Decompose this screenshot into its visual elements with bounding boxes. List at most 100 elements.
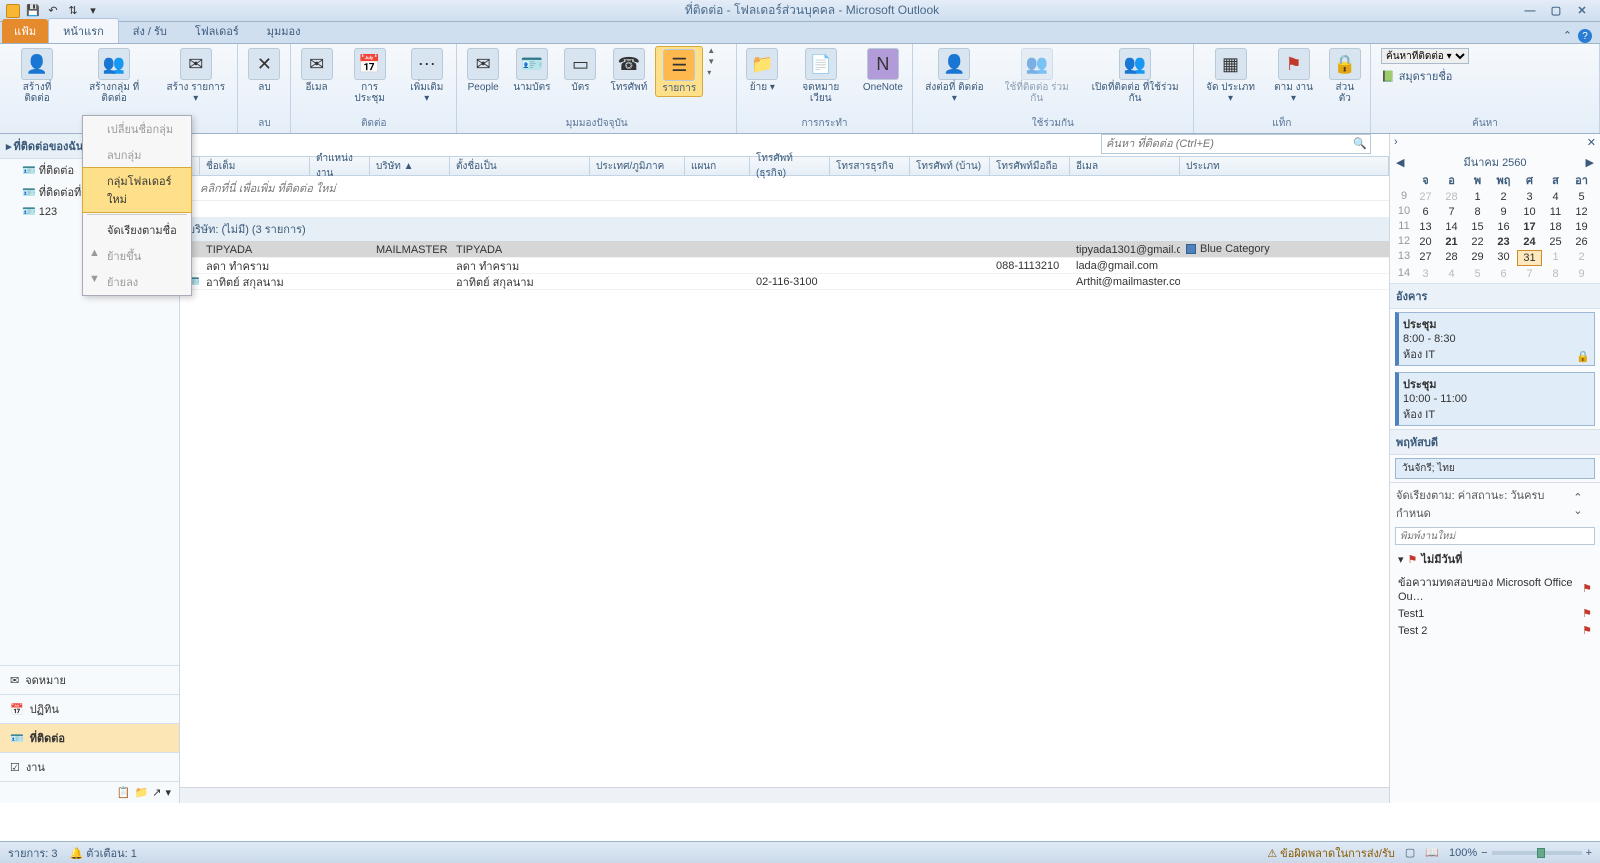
view-businesscard-button[interactable]: 🪪นามบัตร <box>507 46 556 95</box>
search-icon[interactable]: 🔍 <box>1353 137 1367 150</box>
col-fullname[interactable]: ชื่อเต็ม <box>200 157 310 175</box>
calendar-day[interactable]: 29 <box>1465 250 1490 266</box>
calendar-day[interactable]: 27 <box>1413 250 1438 266</box>
zoom-out-icon[interactable]: − <box>1481 847 1487 859</box>
calendar-day[interactable]: 4 <box>1543 190 1568 204</box>
tasks-sort-header[interactable]: จัดเรียงตาม: ค่าสถานะ: วันครบกำหนด ⌃ ⌄ <box>1390 482 1600 525</box>
more-button[interactable]: ⋯เพิ่มเติม ▾ <box>401 46 452 106</box>
nav-configure-icon[interactable]: ▾ <box>165 786 171 799</box>
address-book-button[interactable]: 📗สมุดรายชื่อ <box>1381 67 1589 85</box>
module-calendar[interactable]: 📅ปฏิทิน <box>0 694 179 723</box>
calendar-day[interactable]: 25 <box>1543 235 1568 249</box>
search-input[interactable] <box>1101 134 1371 154</box>
contact-row[interactable]: 🪪 อาทิตย์ สกุลนาม อาทิตย์ สกุลนาม 02-116… <box>180 274 1389 290</box>
save-icon[interactable]: 💾 <box>24 2 42 20</box>
tab-view[interactable]: มุมมอง <box>253 19 315 43</box>
flag-icon[interactable]: ⚑ <box>1582 607 1592 620</box>
module-contacts[interactable]: 🪪ที่ติดต่อ <box>0 723 179 752</box>
calendar-month-title[interactable]: มีนาคม 2560 <box>1463 153 1526 171</box>
todo-expand-icon[interactable]: › <box>1394 136 1398 149</box>
view-card-button[interactable]: ▭บัตร <box>558 46 602 95</box>
ctx-delete-group[interactable]: ลบกลุ่ม <box>83 142 191 168</box>
zoom-slider[interactable] <box>1492 851 1582 855</box>
col-company[interactable]: บริษัท ▲ <box>370 157 450 175</box>
calendar-day[interactable]: 22 <box>1465 235 1490 249</box>
new-contact-button[interactable]: 👤สร้างที่ ติดต่อ <box>4 46 70 106</box>
col-dept[interactable]: แผนก <box>685 157 750 175</box>
undo-icon[interactable]: ↶ <box>44 2 62 20</box>
close-button[interactable]: ✕ <box>1570 2 1594 20</box>
delete-button[interactable]: ✕ลบ <box>242 46 286 95</box>
flag-icon[interactable]: ⚑ <box>1582 624 1592 637</box>
folder-tree-icon[interactable]: 📁 <box>135 786 149 799</box>
new-task-input[interactable] <box>1395 527 1595 545</box>
module-mail[interactable]: ✉จดหมาย <box>0 665 179 694</box>
view-list-button[interactable]: ☰รายการ <box>655 46 703 97</box>
calendar-day[interactable]: 21 <box>1439 235 1464 249</box>
move-button[interactable]: 📁ย้าย ▾ <box>741 46 783 95</box>
todo-close-icon[interactable]: ✕ <box>1587 136 1596 149</box>
calendar-day[interactable]: 18 <box>1543 220 1568 234</box>
calendar-day[interactable]: 14 <box>1439 220 1464 234</box>
calendar-day[interactable]: 8 <box>1465 205 1490 219</box>
col-mobile[interactable]: โทรศัพท์มือถือ <box>990 157 1070 175</box>
flag-icon[interactable]: ⚑ <box>1582 582 1592 595</box>
view-more[interactable]: ▾ <box>707 68 715 77</box>
mailmerge-button[interactable]: 📄จดหมาย เวียน <box>786 46 856 106</box>
view-phone-button[interactable]: ☎โทรศัพท์ <box>604 46 653 95</box>
task-item[interactable]: ข้อความทดสอบของ Microsoft Office Ou…⚑ <box>1390 571 1600 605</box>
categorize-button[interactable]: ▦จัด ประเภท ▾ <box>1198 46 1264 106</box>
contact-row[interactable]: ลดา ทำคราม ลดา ทำคราม 088-1113210 lada@g… <box>180 258 1389 274</box>
calendar-day[interactable]: 27 <box>1413 190 1438 204</box>
email-button[interactable]: ✉อีเมล <box>295 46 337 95</box>
sendall-icon[interactable]: ⇅ <box>64 2 82 20</box>
calendar-day[interactable]: 20 <box>1413 235 1438 249</box>
calendar-day[interactable]: 9 <box>1491 205 1516 219</box>
help-icon[interactable]: ? <box>1578 29 1592 43</box>
prev-month-icon[interactable]: ◀ <box>1396 156 1404 169</box>
view-people-button[interactable]: ✉People <box>461 46 505 95</box>
tasks-toggle-icon[interactable]: ⌃ ⌄ <box>1573 491 1594 517</box>
calendar-day[interactable]: 7 <box>1439 205 1464 219</box>
new-task-row[interactable] <box>1395 527 1595 545</box>
col-email[interactable]: อีเมล <box>1070 157 1180 175</box>
forward-contact-button[interactable]: 👤ส่งต่อที่ ติดต่อ ▾ <box>917 46 992 106</box>
col-category[interactable]: ประเภท <box>1180 157 1389 175</box>
calendar-day[interactable]: 23 <box>1491 235 1516 249</box>
col-homephone[interactable]: โทรศัพท์ (บ้าน) <box>910 157 990 175</box>
calendar-day[interactable]: 8 <box>1543 267 1568 281</box>
calendar-day[interactable]: 9 <box>1569 267 1594 281</box>
calendar-day[interactable]: 12 <box>1569 205 1594 219</box>
qat-customize-icon[interactable]: ▾ <box>84 2 102 20</box>
calendar-day[interactable]: 13 <box>1413 220 1438 234</box>
ctx-move-down[interactable]: ▼ย้ายลง <box>83 269 191 295</box>
col-bizphone[interactable]: โทรศัพท์ (ธุรกิจ) <box>750 157 830 175</box>
view-scroll-up[interactable]: ▲ <box>707 46 715 55</box>
calendar-day[interactable]: 7 <box>1517 267 1542 281</box>
share-contacts-button[interactable]: 👥ใช้ที่ติดต่อ ร่วมกัน <box>994 46 1079 106</box>
calendar-day[interactable]: 28 <box>1439 190 1464 204</box>
meeting-button[interactable]: 📅การ ประชุม <box>340 46 400 106</box>
calendar-day[interactable]: 19 <box>1569 220 1594 234</box>
new-items-button[interactable]: ✉สร้าง รายการ ▾ <box>158 46 233 106</box>
calendar-day[interactable]: 2 <box>1569 250 1594 266</box>
calendar-day[interactable]: 6 <box>1491 267 1516 281</box>
zoom-in-icon[interactable]: + <box>1586 847 1592 859</box>
task-group-nodate[interactable]: ▾ ⚑ ไม่มีวันที่ <box>1390 547 1600 571</box>
tab-folder[interactable]: โฟลเดอร์ <box>181 19 253 43</box>
view-normal-icon[interactable]: ▢ <box>1405 846 1415 859</box>
search-box[interactable]: 🔍 <box>1101 134 1371 154</box>
calendar-day[interactable]: 15 <box>1465 220 1490 234</box>
calendar-day[interactable]: 16 <box>1491 220 1516 234</box>
shortcuts-icon[interactable]: ↗ <box>152 786 161 799</box>
task-item[interactable]: Test 2⚑ <box>1390 622 1600 639</box>
notes-icon[interactable]: 📋 <box>117 786 131 799</box>
new-contact-group-button[interactable]: 👥สร้างกลุ่ม ที่ติดต่อ <box>72 46 156 106</box>
add-contact-prompt[interactable]: คลิกที่นี่ เพื่อเพิ่ม ที่ติดต่อ ใหม่ <box>180 176 1389 201</box>
calendar-day[interactable]: 3 <box>1517 190 1542 204</box>
calendar-day[interactable]: 11 <box>1543 205 1568 219</box>
status-reminder[interactable]: 🔔 ตัวเตือน: 1 <box>70 844 137 862</box>
col-bizfax[interactable]: โทรสารธุรกิจ <box>830 157 910 175</box>
horizontal-scrollbar[interactable] <box>180 787 1389 803</box>
ctx-new-folder-group[interactable]: กลุ่มโฟลเดอร์ใหม่ <box>82 167 192 213</box>
